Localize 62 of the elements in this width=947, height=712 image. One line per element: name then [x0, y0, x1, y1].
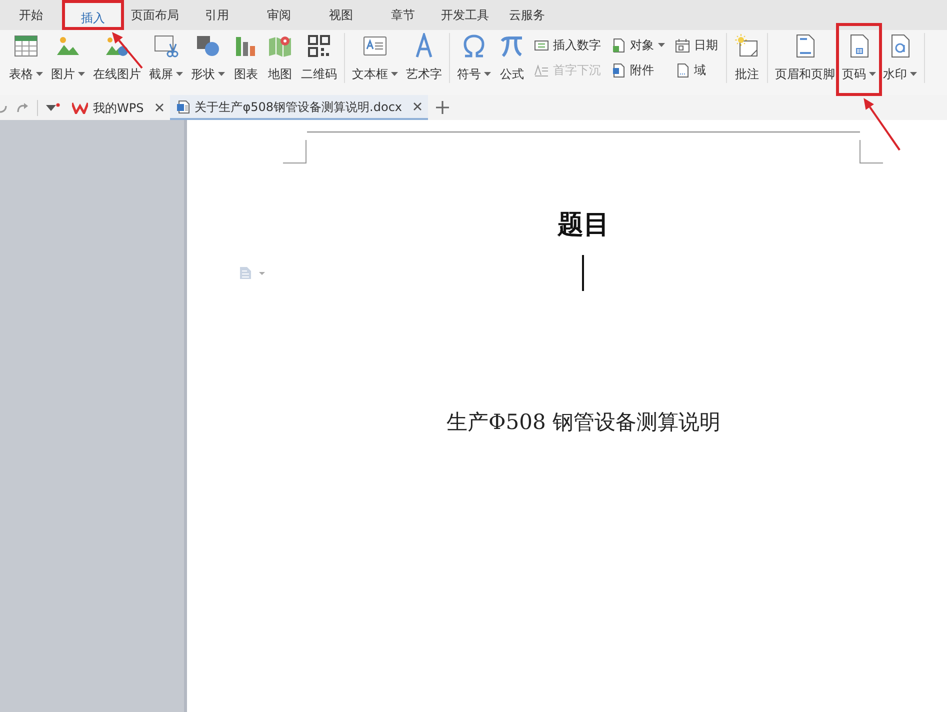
menu-tab[interactable]: 视图	[310, 0, 372, 30]
logo-icon	[72, 102, 88, 114]
shapes-icon	[195, 33, 221, 59]
document-paragraph: 生产Φ508 钢管设备测算说明	[446, 409, 720, 436]
omega-icon	[461, 33, 487, 59]
ribbon-button[interactable]: 图片	[48, 33, 88, 83]
caret-icon	[658, 43, 665, 47]
menu-tab[interactable]: 引用	[186, 0, 248, 30]
caret-icon	[176, 72, 183, 76]
ribbon-button[interactable]: 页眉和页脚	[772, 33, 838, 83]
caret-icon	[218, 72, 225, 76]
document-tab[interactable]: 我的WPS	[66, 95, 170, 120]
menu-tab[interactable]: 开发工具	[434, 0, 496, 30]
menu-tab[interactable]: 开始	[0, 0, 62, 30]
ribbon-button[interactable]: 插入数字	[532, 36, 603, 54]
ribbon-button[interactable]: 域	[673, 61, 720, 79]
ribbon-button[interactable]: 二维码	[298, 33, 340, 83]
menu-tab[interactable]: 插入	[62, 0, 124, 30]
scissors-icon	[153, 33, 179, 59]
caret-icon	[78, 72, 85, 76]
ribbon-button[interactable]: 日期	[673, 36, 720, 54]
document-tab[interactable]: 关于生产φ508钢管设备测算说明.docx	[170, 95, 428, 120]
close-icon[interactable]	[154, 103, 164, 112]
drop-cap-icon	[534, 62, 549, 78]
caret-icon	[391, 72, 398, 76]
document-icon	[176, 100, 190, 114]
redo-icon[interactable]	[16, 102, 29, 114]
caret-icon	[869, 72, 876, 76]
ribbon-button[interactable]: 附件	[609, 61, 667, 79]
ribbon-button[interactable]: 形状	[188, 33, 228, 83]
comment-icon	[734, 33, 760, 59]
ribbon-button[interactable]: 对象	[609, 36, 667, 54]
pin-icon[interactable]	[46, 102, 60, 112]
caret-icon	[484, 72, 491, 76]
menu-tab[interactable]: 页面布局	[124, 0, 186, 30]
menu-tab[interactable]: 章节	[372, 0, 434, 30]
field-icon	[675, 62, 690, 78]
caret-icon	[910, 72, 917, 76]
ribbon-button[interactable]: 批注	[731, 33, 763, 83]
menu-tab[interactable]: 审阅	[248, 0, 310, 30]
menu-tab[interactable]: 云服务	[496, 0, 558, 30]
ribbon-button[interactable]: 表格	[6, 33, 46, 83]
number-icon	[534, 38, 549, 52]
ribbon-button[interactable]: 图表	[230, 33, 262, 83]
caret-icon	[36, 72, 43, 76]
ribbon-button[interactable]: 文本框	[349, 33, 401, 83]
ribbon-button[interactable]: 艺术字	[403, 33, 445, 83]
close-icon[interactable]	[413, 102, 422, 111]
ribbon-button[interactable]: 页码	[836, 23, 882, 96]
ribbon-button[interactable]: 公式	[496, 33, 528, 83]
table-icon	[13, 33, 39, 59]
object-icon	[611, 38, 626, 52]
qr-code-icon	[306, 33, 332, 59]
attachment-icon	[611, 62, 626, 78]
add-icon[interactable]	[436, 101, 450, 114]
ribbon-button[interactable]: 符号	[454, 33, 494, 83]
calendar-icon	[675, 38, 690, 52]
ribbon-button[interactable]: 截屏	[146, 33, 186, 83]
ribbon-button[interactable]: 地图	[264, 33, 296, 83]
text-cursor	[582, 255, 585, 291]
ribbon-button[interactable]: 水印	[880, 33, 920, 83]
document-title: 题目	[558, 209, 610, 242]
